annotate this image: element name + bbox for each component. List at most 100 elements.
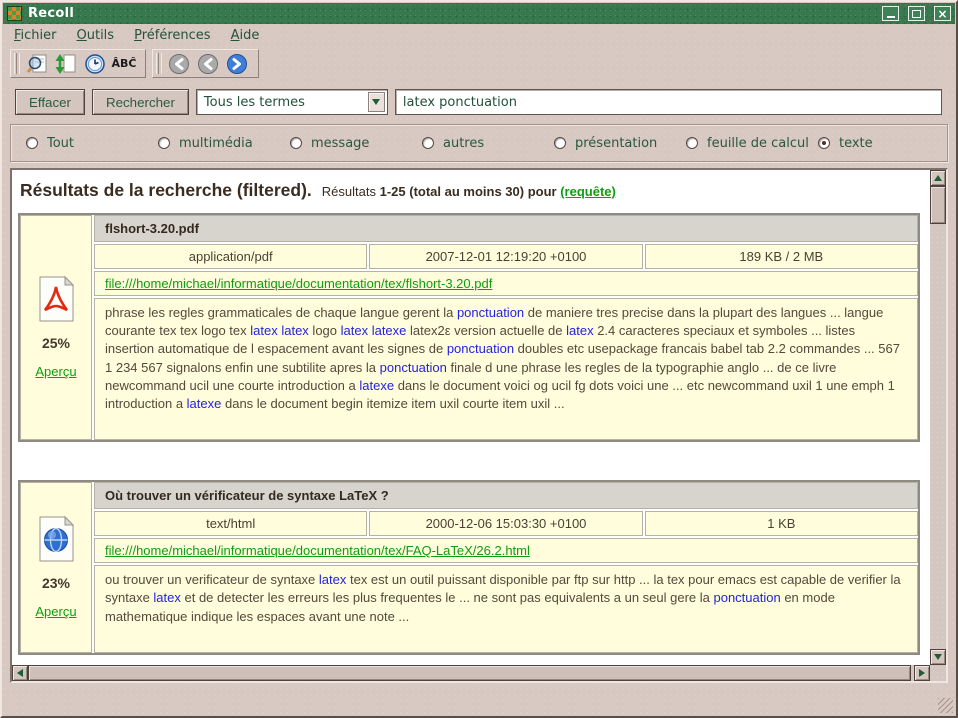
radio-icon[interactable] [422,137,434,149]
radio-icon[interactable] [26,137,38,149]
result-mime: application/pdf [94,244,367,269]
first-page-icon[interactable] [167,52,191,76]
search-button[interactable]: Rechercher [92,89,189,115]
result-item: 23% Aperçu Où trouver un vérificateur de… [18,480,920,655]
toolbar-group-main: ÂBĈ [10,49,146,78]
scrollbar-corner [930,665,946,681]
radio-icon[interactable] [686,137,698,149]
preview-link[interactable]: Aperçu [35,604,76,619]
results-list: Résultats de la recherche (filtered). Ré… [12,170,930,665]
result-meta-row: text/html 2000-12-06 15:03:30 +0100 1 KB [94,511,918,536]
html-file-icon[interactable] [36,516,76,562]
radio-icon[interactable] [158,137,170,149]
search-mode-value: Tous les termes [204,95,305,110]
menu-preferences[interactable]: Préférences [124,25,220,47]
maximize-icon [912,10,921,18]
next-page-icon[interactable] [225,52,249,76]
menu-aide[interactable]: Aide [221,25,270,47]
clear-button[interactable]: Effacer [15,89,85,115]
filter-label: Tout [47,136,74,151]
document-update-icon[interactable] [54,52,78,76]
horizontal-scroll-thumb[interactable] [28,665,911,681]
result-title: flshort-3.20.pdf [94,215,918,242]
result-url-row: file:///home/michael/informatique/docume… [94,271,918,296]
result-meta-row: application/pdf 2007-12-01 12:19:20 +010… [94,244,918,269]
results-summary: Résultats 1-25 (total au moins 30) pour … [322,184,616,199]
term-explorer-icon[interactable]: ÂBĈ [112,52,136,76]
filter-label: autres [443,136,484,151]
pdf-file-icon[interactable] [36,276,76,322]
result-size: 1 KB [645,511,918,536]
arrow-left-icon [17,669,23,677]
menu-fichier[interactable]: Fichier [4,25,67,47]
menubar: Fichier Outils Préférences Aide [2,24,956,47]
resize-grip[interactable] [938,698,953,713]
result-url-row: file:///home/michael/informatique/docume… [94,538,918,563]
filter-presentation[interactable]: présentation [554,136,686,151]
filter-label: message [311,136,369,151]
result-url-link[interactable]: file:///home/michael/informatique/docume… [105,276,492,291]
minimize-icon [887,16,895,18]
scroll-down-button[interactable] [930,649,946,665]
filter-label: multimédia [179,136,253,151]
preview-link[interactable]: Aperçu [35,364,76,379]
search-input[interactable] [395,89,942,115]
result-mime: text/html [94,511,367,536]
filter-frame: Tout multimédia message autres présentat… [10,124,948,162]
filter-texte[interactable]: texte [818,136,873,151]
clock-history-icon[interactable] [83,52,107,76]
filter-label: feuille de calcul [707,136,809,151]
result-title: Où trouver un vérificateur de syntaxe La… [94,482,918,509]
radio-icon[interactable] [290,137,302,149]
results-title: Résultats de la recherche (filtered). [20,180,312,201]
snippet-text: phrase les regles grammaticales de chaqu… [94,298,918,440]
chevron-down-icon[interactable] [368,92,385,112]
search-mode-select[interactable]: Tous les termes [196,89,388,115]
filter-message[interactable]: message [290,136,422,151]
filter-autres[interactable]: autres [422,136,554,151]
result-date: 2007-12-01 12:19:20 +0100 [369,244,642,269]
recoll-window: Recoll × Fichier Outils Préférences Aide [0,0,958,718]
filter-feuille-de-calcul[interactable]: feuille de calcul [686,136,818,151]
app-checker-icon [7,6,22,21]
scroll-up-button[interactable] [930,170,946,186]
toolbar-group-nav [152,49,259,78]
close-icon: × [937,8,947,20]
horizontal-scrollbar[interactable] [12,665,930,681]
close-button[interactable]: × [934,6,951,21]
result-side-panel: 25% Aperçu [20,215,92,440]
result-url-link[interactable]: file:///home/michael/informatique/docume… [105,543,530,558]
vertical-scrollbar[interactable] [930,170,946,665]
radio-icon[interactable] [818,137,830,149]
result-size: 189 KB / 2 MB [645,244,918,269]
result-date: 2000-12-06 15:03:30 +0100 [369,511,642,536]
search-controls: Effacer Rechercher Tous les termes [2,80,956,117]
arrow-up-icon [934,175,942,181]
minimize-button[interactable] [882,6,899,21]
document-search-icon[interactable] [25,52,49,76]
relevance-percent: 23% [42,575,70,591]
filter-multimedia[interactable]: multimédia [158,136,290,151]
result-side-panel: 23% Aperçu [20,482,92,653]
menu-outils[interactable]: Outils [67,25,125,47]
scroll-left-button[interactable] [12,665,28,681]
scroll-right-button[interactable] [914,665,930,681]
results-header: Résultats de la recherche (filtered). Ré… [12,170,930,209]
radio-icon[interactable] [554,137,566,149]
filter-tout[interactable]: Tout [26,136,158,151]
window-title: Recoll [28,6,873,21]
filter-label: texte [839,136,873,151]
relevance-percent: 25% [42,335,70,351]
arrow-down-icon [934,654,942,660]
maximize-button[interactable] [908,6,925,21]
toolbar: ÂBĈ [2,47,956,80]
arrow-right-icon [919,669,925,677]
snippet-text: ou trouver un verificateur de syntaxe la… [94,565,918,653]
previous-page-icon[interactable] [196,52,220,76]
query-link[interactable]: (requête) [560,184,616,199]
result-item: 25% Aperçu flshort-3.20.pdf application/… [18,213,920,442]
toolbar-grip[interactable] [156,53,162,74]
vertical-scroll-thumb[interactable] [930,186,946,224]
toolbar-grip[interactable] [14,53,20,74]
results-frame: Résultats de la recherche (filtered). Ré… [10,168,948,683]
